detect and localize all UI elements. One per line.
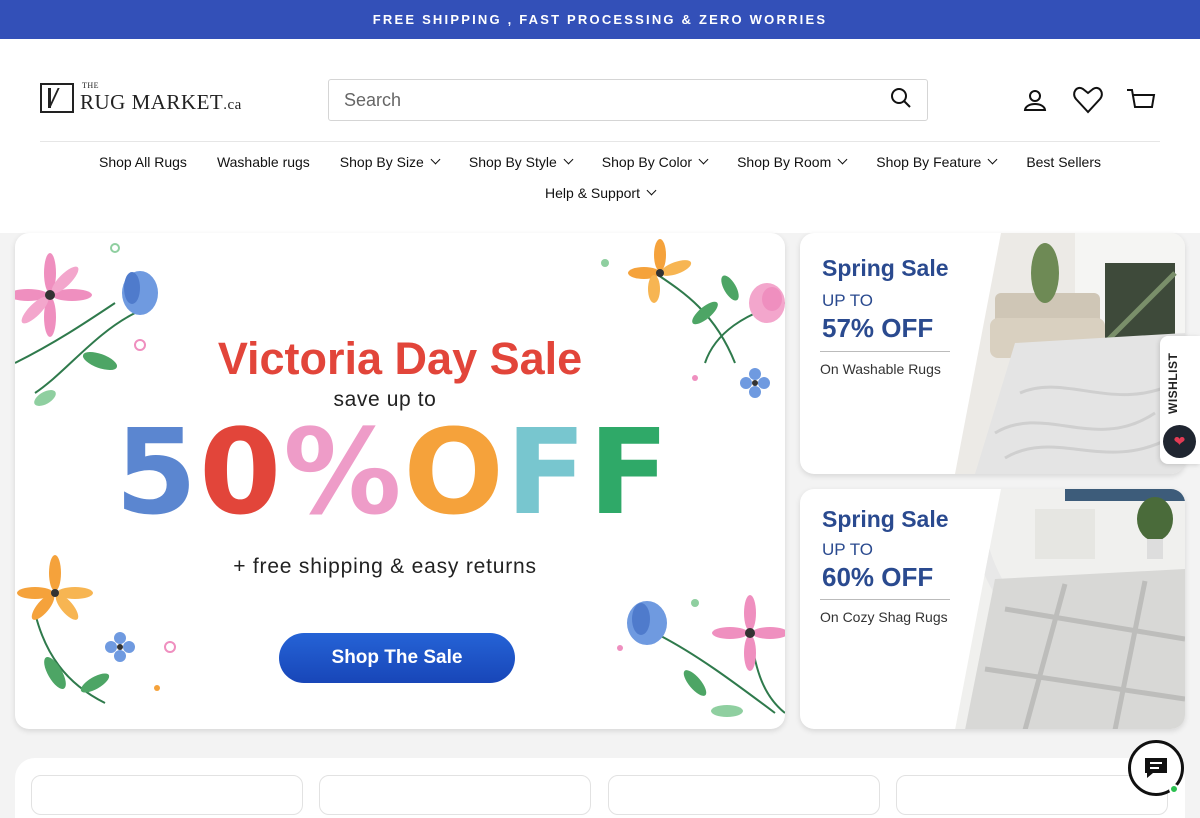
hero-banner[interactable]: Victoria Day Sale save up to 50%OFF + fr… (15, 233, 785, 729)
promo-title: Spring Sale (822, 255, 949, 281)
chevron-down-icon (563, 154, 574, 165)
nav-label: Washable rugs (216, 153, 310, 170)
promo-category: On Washable Rugs (820, 361, 941, 377)
promo-title: Spring Sale (822, 506, 949, 532)
nav-label: Shop By Style (468, 153, 557, 170)
hero-big-percent: 50%OFF (115, 413, 671, 531)
promo-discount: 60% OFF (822, 562, 934, 592)
hero-char: O (403, 403, 506, 541)
promo-divider (820, 599, 950, 600)
nav-label: Shop By Feature (876, 153, 982, 170)
chevron-down-icon (430, 154, 441, 165)
chat-button[interactable] (1128, 740, 1184, 796)
nav-best-sellers[interactable]: Best Sellers (1026, 154, 1101, 170)
category-card[interactable] (896, 775, 1168, 815)
category-card[interactable] (31, 775, 303, 815)
site-logo[interactable]: THE RUG MARKET.ca (40, 82, 242, 114)
header-divider (40, 141, 1160, 142)
hero-char: 0 (199, 403, 284, 541)
hero-char: F (588, 403, 671, 541)
hero-char: % (283, 403, 404, 541)
announcement-text: FREE SHIPPING , FAST PROCESSING & ZERO W… (372, 12, 828, 27)
promo-cozy-shag-rugs[interactable]: Spring Sale UP TO 60% OFF On Cozy Shag R… (800, 489, 1185, 729)
search-icon[interactable] (890, 87, 912, 114)
heart-icon[interactable] (1073, 85, 1103, 115)
main-nav: Shop All Rugs Washable rugs Shop By Size… (0, 146, 1200, 208)
nav-label: Shop All Rugs (98, 153, 187, 170)
nav-shop-by-style[interactable]: Shop By Style (468, 153, 574, 170)
category-card[interactable] (608, 775, 880, 815)
hero-title: Victoria Day Sale (217, 333, 583, 384)
site-header: THE RUG MARKET.ca Shop All Rugs Washable… (0, 39, 1200, 233)
announcement-bar: FREE SHIPPING , FAST PROCESSING & ZERO W… (0, 0, 1200, 39)
heart-icon: ❤ (1163, 425, 1196, 458)
nav-shop-by-feature[interactable]: Shop By Feature (876, 153, 998, 170)
promo-up-to: UP TO (822, 291, 874, 310)
nav-shop-by-room[interactable]: Shop By Room (737, 153, 848, 170)
wishlist-tab-label: WISHLIST (1166, 352, 1180, 414)
promo-room-image (955, 489, 1185, 729)
hero-free-shipping: + free shipping & easy returns (233, 555, 537, 578)
search-bar (328, 79, 928, 121)
nav-label: Help & Support (545, 184, 640, 201)
online-status-indicator (1169, 784, 1179, 794)
promo-divider (820, 351, 950, 352)
chevron-down-icon (698, 154, 709, 165)
nav-row-primary: Shop All Rugs Washable rugs Shop By Size… (0, 146, 1200, 177)
chevron-down-icon (646, 185, 657, 196)
promo-category: On Cozy Shag Rugs (820, 609, 948, 625)
search-input[interactable] (344, 89, 890, 111)
nav-row-secondary: Help & Support (0, 177, 1200, 208)
user-icon[interactable] (1020, 85, 1050, 115)
promo-up-to: UP TO (822, 540, 874, 559)
nav-help-support[interactable]: Help & Support (545, 184, 657, 201)
nav-label: Shop By Color (601, 153, 693, 170)
nav-shop-by-size[interactable]: Shop By Size (339, 153, 441, 170)
flower-bottom-right (617, 595, 785, 717)
nav-label: Shop By Size (339, 153, 424, 170)
logo-mark-icon (40, 83, 74, 113)
nav-washable-rugs[interactable]: Washable rugs (217, 154, 310, 170)
cart-icon[interactable] (1126, 85, 1156, 115)
logo-tld: .ca (223, 97, 242, 113)
shop-the-sale-button[interactable]: Shop The Sale (279, 633, 515, 683)
nav-label: Best Sellers (1026, 153, 1102, 170)
chat-icon (1145, 758, 1167, 778)
hero-char: 5 (115, 403, 200, 541)
promo-washable-rugs[interactable]: Spring Sale UP TO 57% OFF On Washable Ru… (800, 233, 1185, 474)
promo-room-image (955, 233, 1185, 474)
nav-label: Shop By Room (737, 153, 832, 170)
hero-char: F (505, 403, 589, 541)
promo-discount: 57% OFF (822, 313, 934, 343)
logo-text: THE RUG MARKET.ca (80, 82, 242, 114)
category-card[interactable] (319, 775, 591, 815)
chevron-down-icon (987, 154, 998, 165)
logo-name: RUG MARKET (80, 90, 224, 114)
nav-shop-all-rugs[interactable]: Shop All Rugs (99, 154, 187, 170)
logo-the: THE (82, 81, 100, 90)
chevron-down-icon (837, 154, 848, 165)
wishlist-side-tab[interactable]: WISHLIST ❤ (1160, 336, 1200, 464)
nav-shop-by-color[interactable]: Shop By Color (601, 153, 709, 170)
